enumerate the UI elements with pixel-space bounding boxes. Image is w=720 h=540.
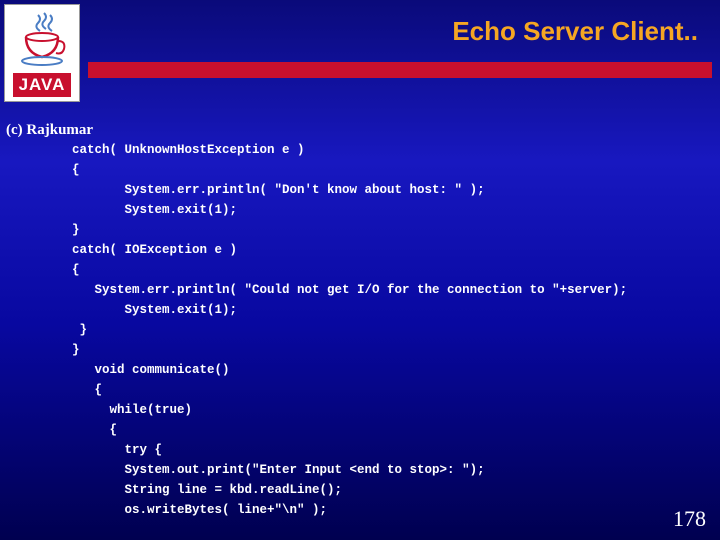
slide-title: Echo Server Client.. xyxy=(452,16,698,47)
copyright-text: (c) Rajkumar xyxy=(6,122,93,139)
divider-bar xyxy=(88,62,712,78)
java-logo: JAVA xyxy=(4,4,80,102)
java-cup-icon xyxy=(18,11,66,69)
page-number: 178 xyxy=(673,506,706,532)
code-content: catch( UnknownHostException e ) { System… xyxy=(72,140,710,520)
java-label: JAVA xyxy=(13,73,72,97)
